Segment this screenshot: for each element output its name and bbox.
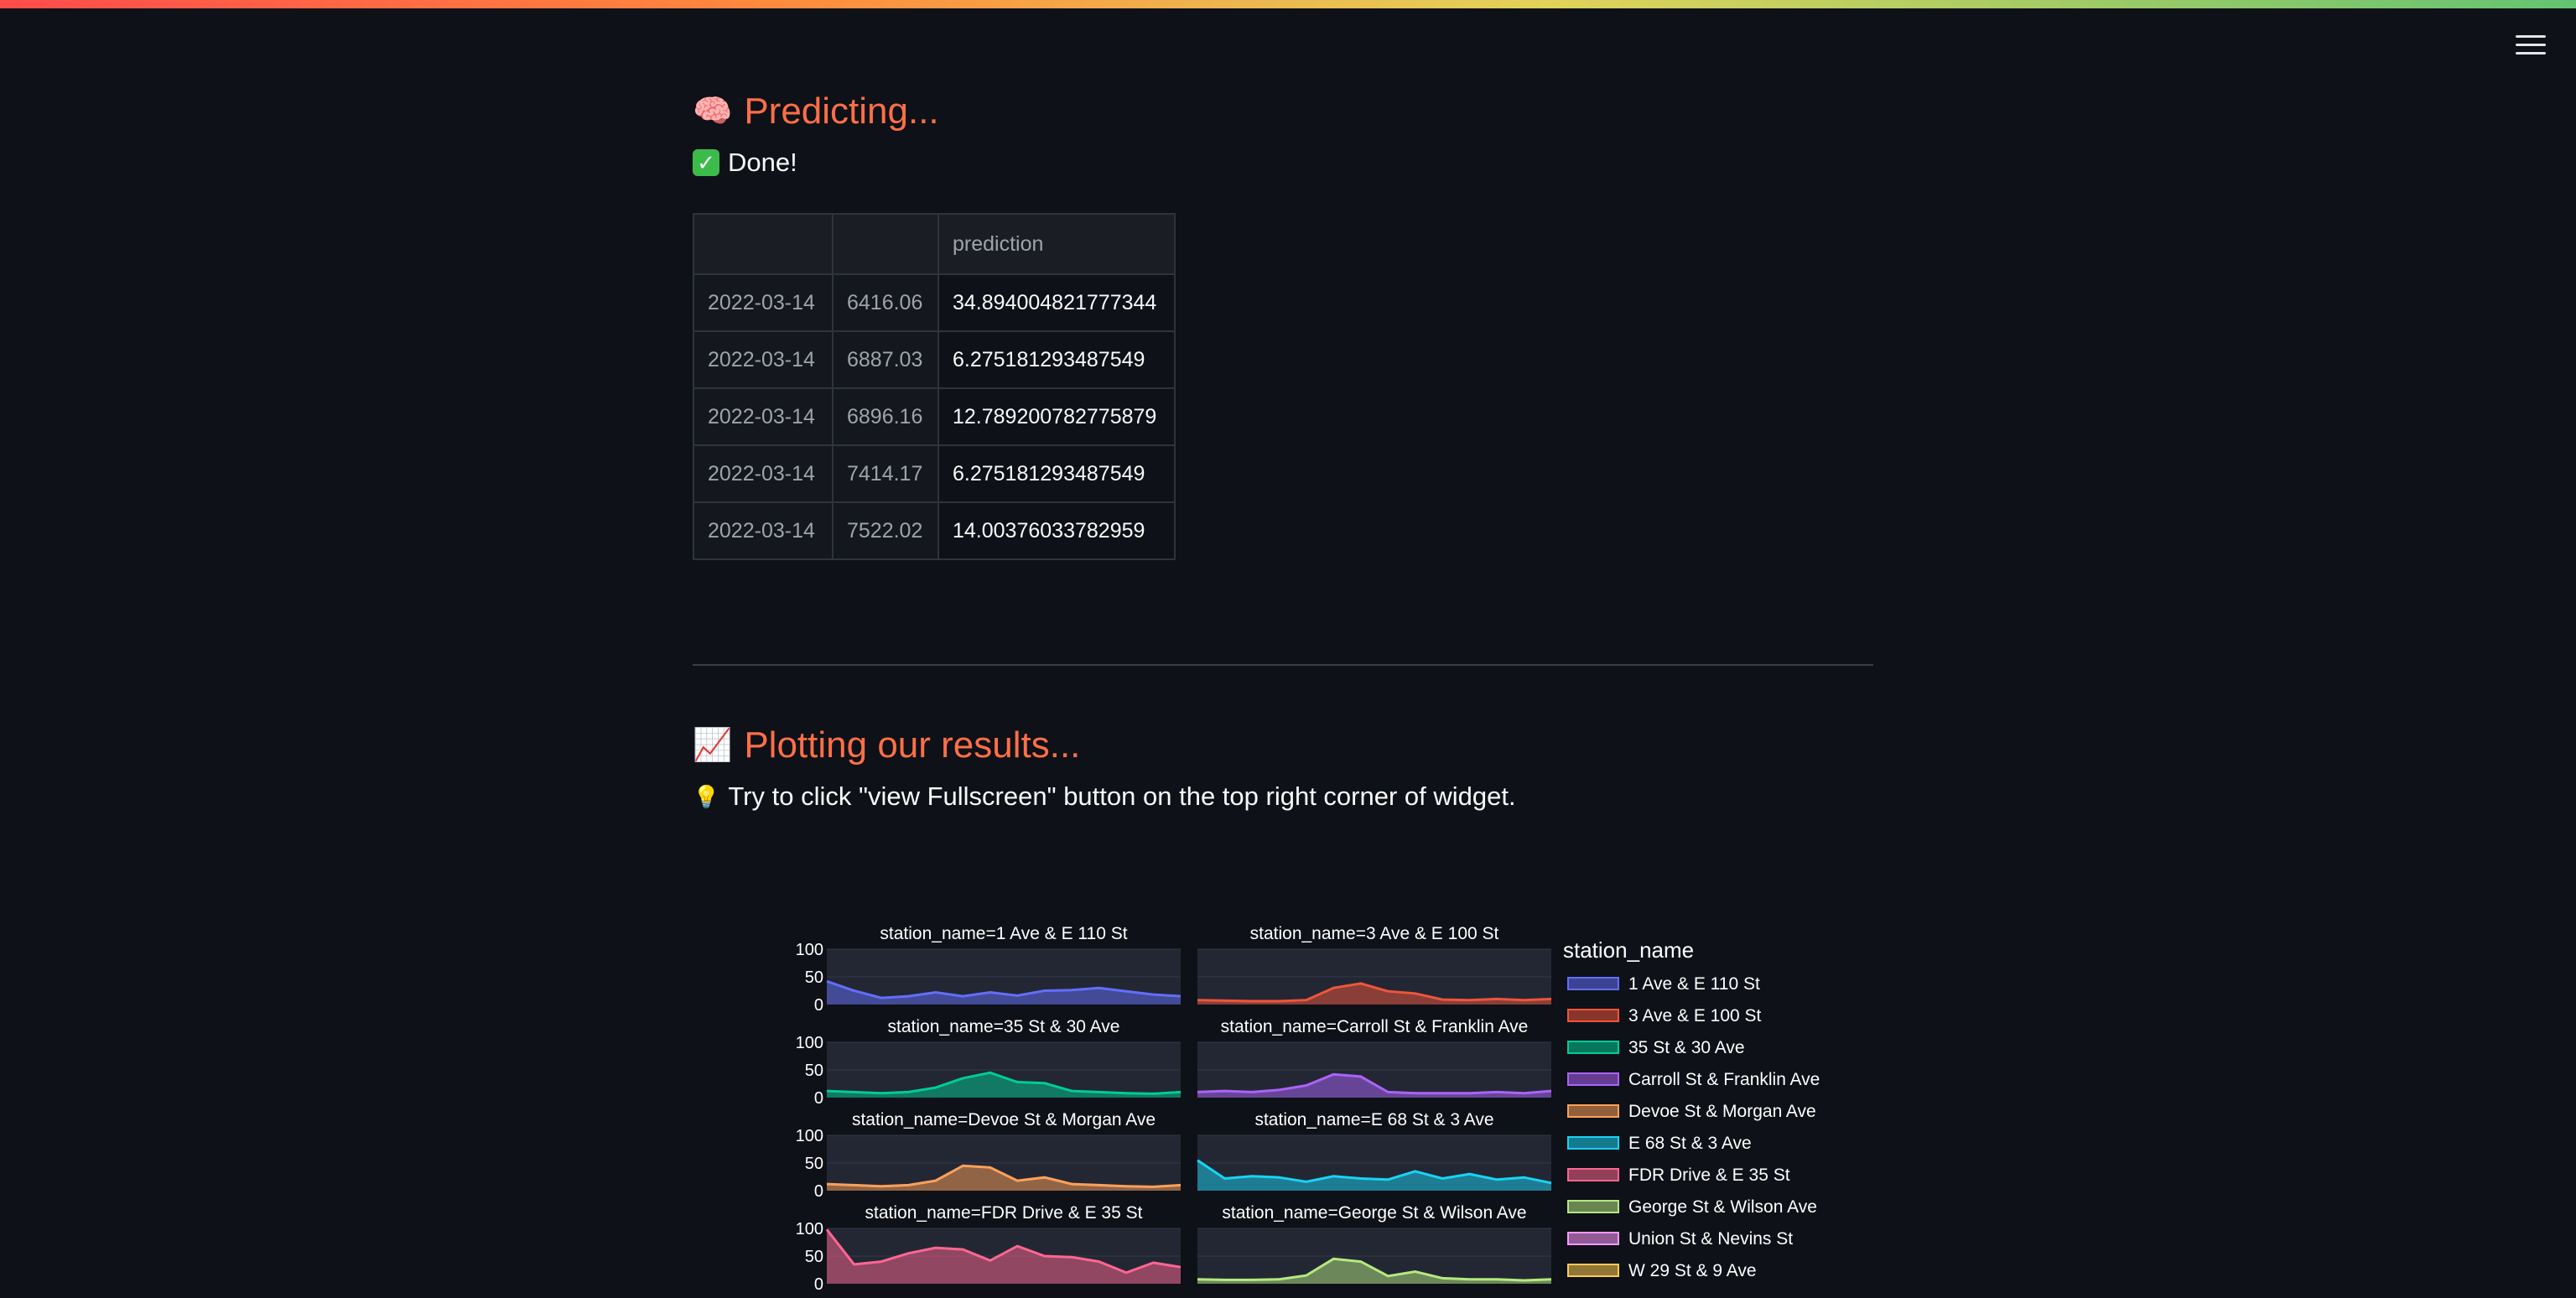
legend-swatch	[1567, 1104, 1619, 1118]
prediction-table[interactable]: prediction 2022-03-14 6416.06 34.8940048…	[693, 213, 1176, 560]
chart-increasing-icon: 📈	[693, 728, 733, 763]
prediction-cell[interactable]: 14.00376033782959	[937, 501, 1176, 560]
done-status: ✓ Done!	[693, 148, 797, 178]
facet-title: station_name=3 Ave & E 100 St	[1250, 924, 1499, 943]
y-tick-label: 100	[796, 941, 823, 959]
prediction-cell[interactable]: 6.275181293487549	[937, 444, 1176, 503]
y-tick-label: 50	[805, 1248, 823, 1266]
legend-item-label: Union St & Nevins St	[1628, 1229, 1793, 1249]
facet-title: station_name=35 St & 30 Ave	[888, 1017, 1120, 1036]
y-tick-label: 50	[805, 968, 823, 987]
y-tick-label: 100	[796, 1220, 823, 1238]
table-header-row: prediction	[693, 213, 1176, 275]
y-tick-label: 0	[814, 1089, 823, 1108]
column-header[interactable]	[693, 213, 834, 275]
facet-title: station_name=1 Ave & E 110 St	[880, 924, 1127, 943]
legend-swatch	[1567, 1264, 1619, 1277]
y-tick-label: 0	[814, 996, 823, 1015]
facet-title: station_name=Devoe St & Morgan Ave	[852, 1110, 1156, 1129]
index-date-cell: 2022-03-14	[693, 387, 834, 446]
y-tick-label: 100	[796, 1127, 823, 1145]
check-mark-icon: ✓	[693, 149, 719, 176]
legend-item-label: Devoe St & Morgan Ave	[1628, 1102, 1816, 1121]
legend-item-label: 1 Ave & E 110 St	[1628, 974, 1760, 994]
index-date-cell: 2022-03-14	[693, 444, 834, 503]
legend-item-label: Carroll St & Franklin Ave	[1628, 1070, 1820, 1089]
light-bulb-icon: 💡	[693, 783, 720, 809]
y-tick-label: 50	[805, 1155, 823, 1173]
y-tick-label: 100	[796, 1034, 823, 1052]
hamburger-menu-icon[interactable]	[2516, 35, 2546, 59]
legend-swatch	[1567, 1041, 1619, 1054]
table-row: 2022-03-14 6887.03 6.275181293487549	[693, 330, 1176, 389]
index-date-cell: 2022-03-14	[693, 330, 834, 389]
index-id-cell: 7414.17	[832, 444, 939, 503]
faceted-area-chart[interactable]: station_name=1 Ave & E 110 St 0 50 100 stati…	[693, 906, 1873, 1298]
legend-item-label: FDR Drive & E 35 St	[1628, 1166, 1790, 1185]
facet-title: station_name=Carroll St & Franklin Ave	[1221, 1017, 1529, 1036]
plotting-heading: 📈 Plotting our results...	[693, 724, 1080, 766]
facet-title: station_name=George St & Wilson Ave	[1222, 1203, 1526, 1223]
tip-text-row: 💡 Try to click "view Fullscreen" button …	[693, 781, 1516, 812]
y-tick-label: 50	[805, 1062, 823, 1080]
table-row: 2022-03-14 7522.02 14.00376033782959	[693, 501, 1176, 560]
done-text: Done!	[728, 148, 797, 177]
prediction-cell[interactable]: 34.894004821777344	[937, 273, 1176, 332]
facet-title: station_name=FDR Drive & E 35 St	[865, 1203, 1143, 1223]
legend-swatch	[1567, 977, 1619, 990]
table-row: 2022-03-14 7414.17 6.275181293487549	[693, 444, 1176, 503]
legend-swatch	[1567, 1009, 1619, 1022]
chart-svg: station_name=1 Ave & E 110 St 0 50 100 stati…	[796, 924, 1820, 1294]
y-tick-label: 0	[814, 1182, 823, 1201]
predicting-title: Predicting...	[744, 91, 939, 132]
prediction-cell[interactable]: 6.275181293487549	[937, 330, 1176, 389]
index-id-cell: 6416.06	[832, 273, 939, 332]
legend-item-label: 3 Ave & E 100 St	[1628, 1006, 1762, 1025]
index-date-cell: 2022-03-14	[693, 273, 834, 332]
legend-swatch	[1567, 1136, 1619, 1150]
legend-swatch	[1567, 1168, 1619, 1181]
legend-swatch	[1567, 1072, 1619, 1086]
brain-icon: 🧠	[693, 94, 733, 129]
legend-item-label: George St & Wilson Ave	[1628, 1197, 1817, 1217]
table-row: 2022-03-14 6896.16 12.789200782775879	[693, 387, 1176, 446]
top-decoration-bar	[0, 0, 2576, 8]
tip-text: Try to click "view Fullscreen" button on…	[728, 781, 1516, 811]
predicting-heading: 🧠 Predicting...	[693, 91, 939, 132]
section-divider	[693, 664, 1873, 666]
column-header-prediction[interactable]: prediction	[937, 213, 1176, 275]
legend-title: station_name	[1563, 937, 1694, 963]
index-date-cell: 2022-03-14	[693, 501, 834, 560]
index-id-cell: 6896.16	[832, 387, 939, 446]
prediction-cell[interactable]: 12.789200782775879	[937, 387, 1176, 446]
legend-item-label: W 29 St & 9 Ave	[1628, 1261, 1757, 1280]
legend-swatch	[1567, 1232, 1619, 1245]
y-tick-label: 0	[814, 1275, 823, 1294]
column-header[interactable]	[832, 213, 939, 275]
legend-swatch	[1567, 1200, 1619, 1213]
table-row: 2022-03-14 6416.06 34.894004821777344	[693, 273, 1176, 332]
legend-item-label: 35 St & 30 Ave	[1628, 1038, 1745, 1057]
legend-item-label: E 68 St & 3 Ave	[1628, 1134, 1752, 1153]
plotting-title: Plotting our results...	[744, 724, 1081, 766]
index-id-cell: 6887.03	[832, 330, 939, 389]
index-id-cell: 7522.02	[832, 501, 939, 560]
facet-title: station_name=E 68 St & 3 Ave	[1254, 1110, 1493, 1129]
